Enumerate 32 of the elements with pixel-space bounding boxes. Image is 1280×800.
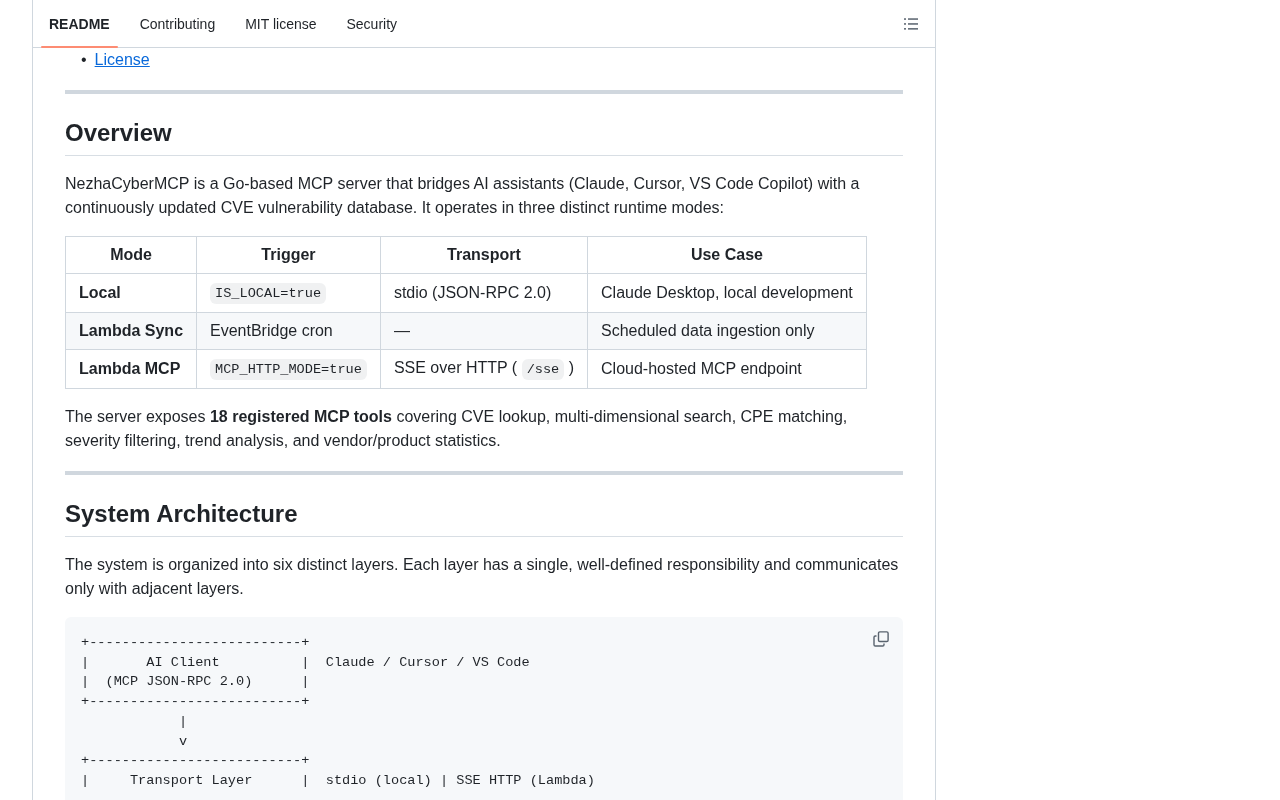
table-cell: Claude Desktop, local development bbox=[587, 273, 867, 313]
table-cell: EventBridge cron bbox=[196, 312, 381, 350]
tab[interactable]: Contributing bbox=[131, 0, 224, 47]
section-heading: System Architecture bbox=[65, 499, 903, 537]
table-cell: Scheduled data ingestion only bbox=[587, 312, 867, 350]
tab[interactable]: MIT license bbox=[237, 0, 325, 47]
paragraph: NezhaCyberMCP is a Go-based MCP server that bridges AI assistants (Claude, Cursor, VS Code Copilot) with a continuously updated CVE vulnerability database. It operates in three distinct runtime modes: bbox=[65, 174, 861, 218]
table-cell: Cloud-hosted MCP endpoint bbox=[587, 349, 867, 389]
toc-link[interactable]: License bbox=[94, 48, 150, 72]
column-header: Mode bbox=[65, 236, 197, 274]
table-cell: stdio (JSON-RPC 2.0) bbox=[380, 273, 588, 313]
paragraph: The server exposes 18 registered MCP tools covering CVE lookup, multi-dimensional search, CPE matching, severity filtering, trend analysis, and vendor/product statistics. bbox=[65, 407, 849, 451]
table-cell: — bbox=[380, 312, 588, 350]
cell-text: ) bbox=[568, 359, 575, 376]
column-header: Transport bbox=[380, 236, 588, 274]
column-header: Trigger bbox=[196, 236, 381, 274]
code-text: +--------------------------+ | AI Client | Claude / Cursor / VS Code | (MCP JSON-RPC 2.0) | +--------------------------+ | v +--------------------------+ | Transport Layer | stdio (local) | SSE HTTP (Lambda) bbox=[81, 634, 595, 790]
section-heading: Overview bbox=[65, 118, 903, 156]
list-icon[interactable] bbox=[903, 15, 919, 32]
inline-code: MCP_HTTP_MODE=true bbox=[210, 359, 367, 380]
tab[interactable]: README bbox=[41, 0, 118, 47]
bullet: • bbox=[81, 50, 87, 70]
column-header: Use Case bbox=[587, 236, 867, 274]
table-cell: Lambda MCP bbox=[65, 349, 197, 389]
cell-text: SSE over HTTP ( bbox=[393, 359, 518, 376]
copy-icon[interactable] bbox=[873, 631, 889, 647]
tab[interactable]: Security bbox=[338, 0, 406, 47]
table-cell: Lambda Sync bbox=[65, 312, 197, 350]
inline-code: IS_LOCAL=true bbox=[210, 283, 327, 304]
inline-code: /sse bbox=[521, 359, 565, 380]
table-cell: Local bbox=[65, 273, 197, 313]
paragraph: The system is organized into six distinct layers. Each layer has a single, well-defined responsibility and communicates only with adjacent layers. bbox=[65, 555, 900, 599]
